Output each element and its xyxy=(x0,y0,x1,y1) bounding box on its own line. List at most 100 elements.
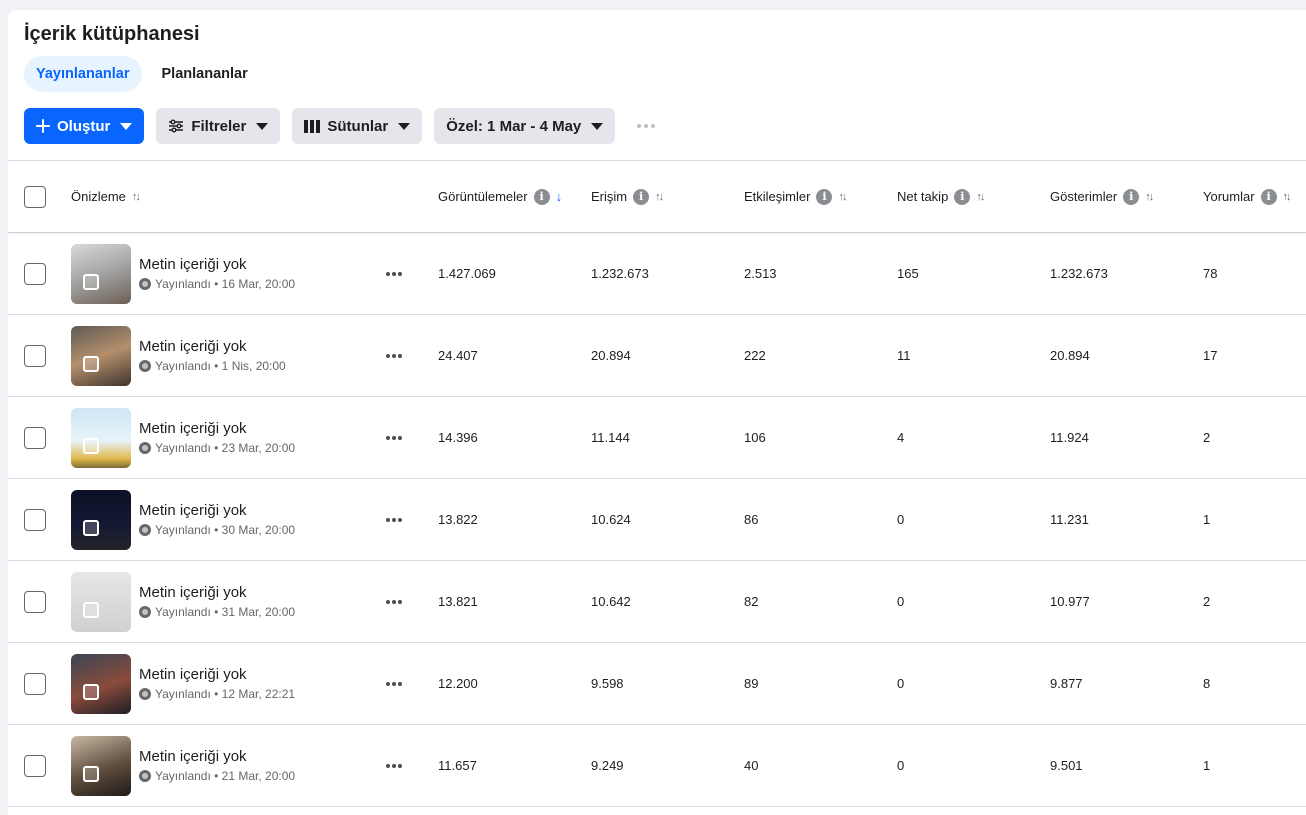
table-row[interactable]: Metin içeriği yok Yayınlandı • 23 Mar, 2… xyxy=(8,397,1306,479)
info-icon[interactable]: i xyxy=(1123,188,1140,205)
table-row[interactable]: Metin içeriği yok Yayınlandı • 31 Mar, 2… xyxy=(8,561,1306,643)
columns-button[interactable]: Sütunlar xyxy=(292,108,423,144)
post-meta: Yayınlandı • 31 Mar, 20:00 xyxy=(139,605,295,619)
caret-down-icon xyxy=(120,122,133,130)
cell-views: 13.821 xyxy=(438,594,478,609)
cell-impressions: 10.977 xyxy=(1050,594,1090,609)
col-views[interactable]: Görüntülemeler i ↓ xyxy=(438,161,562,232)
post-thumbnail[interactable] xyxy=(71,489,131,550)
post-preview[interactable]: Metin içeriği yok Yayınlandı • 16 Mar, 2… xyxy=(71,233,295,314)
cell-comments: 1 xyxy=(1203,758,1211,773)
post-status-date: Yayınlandı • 23 Mar, 20:00 xyxy=(155,441,296,455)
sort-icon[interactable]: ↑↓ xyxy=(976,191,985,203)
row-checkbox[interactable] xyxy=(24,590,46,613)
toolbar: Oluştur Filtreler Sütunlar Özel: 1 Mar -… xyxy=(24,108,656,144)
sort-icon[interactable]: ↑↓ xyxy=(1145,191,1154,203)
cell-reach: 1.232.673 xyxy=(591,266,649,281)
sort-desc-icon[interactable]: ↓ xyxy=(556,189,563,204)
info-icon[interactable]: i xyxy=(533,188,550,205)
cell-net-follow: 11 xyxy=(897,348,911,363)
post-title[interactable]: Metin içeriği yok xyxy=(139,748,295,765)
date-range-button[interactable]: Özel: 1 Mar - 4 May xyxy=(434,108,616,144)
post-preview[interactable]: Metin içeriği yok Yayınlandı • 1 Nis, 20… xyxy=(71,315,286,396)
row-checkbox[interactable] xyxy=(24,672,46,695)
row-checkbox[interactable] xyxy=(24,426,46,449)
table-row[interactable]: Metin içeriği yok Yayınlandı • 21 Mar, 2… xyxy=(8,725,1306,807)
row-select-cell xyxy=(24,561,46,642)
row-select-cell xyxy=(24,233,46,314)
post-thumbnail[interactable] xyxy=(71,243,131,304)
post-title[interactable]: Metin içeriği yok xyxy=(139,584,295,601)
sort-icon[interactable]: ↑↓ xyxy=(1283,191,1292,203)
post-preview[interactable]: Metin içeriği yok Yayınlandı • 30 Mar, 2… xyxy=(71,479,295,560)
globe-icon xyxy=(139,606,151,618)
post-title[interactable]: Metin içeriği yok xyxy=(139,666,295,683)
info-icon[interactable]: i xyxy=(816,188,833,205)
more-options-icon[interactable] xyxy=(386,599,402,604)
post-preview[interactable]: Metin içeriği yok Yayınlandı • 12 Mar, 2… xyxy=(71,643,295,724)
table-row[interactable]: Metin içeriği yok Yayınlandı • 30 Mar, 2… xyxy=(8,479,1306,561)
col-engagement[interactable]: Etkileşimler i ↑↓ xyxy=(744,161,847,232)
col-reach[interactable]: Erişim i ↑↓ xyxy=(591,161,664,232)
post-title[interactable]: Metin içeriği yok xyxy=(139,338,286,355)
sliders-icon xyxy=(169,119,184,133)
sort-icon[interactable]: ↑↓ xyxy=(132,191,141,203)
post-thumbnail[interactable] xyxy=(71,571,131,632)
table-row[interactable]: Metin içeriği yok Yayınlandı • 16 Mar, 2… xyxy=(8,233,1306,315)
tab-published[interactable]: Yayınlananlar xyxy=(24,56,142,92)
tab-scheduled[interactable]: Planlananlar xyxy=(150,56,260,92)
globe-icon xyxy=(139,442,151,454)
cell-comments: 2 xyxy=(1203,430,1211,445)
cell-views: 14.396 xyxy=(438,430,478,445)
post-title[interactable]: Metin içeriği yok xyxy=(139,502,295,519)
cell-views: 24.407 xyxy=(438,348,478,363)
col-engagement-label: Etkileşimler xyxy=(744,189,811,204)
more-options-icon[interactable] xyxy=(386,517,402,522)
post-preview[interactable]: Metin içeriği yok Yayınlandı • 23 Mar, 2… xyxy=(71,397,295,478)
more-options-icon[interactable] xyxy=(386,271,402,276)
page-title: İçerik kütüphanesi xyxy=(24,23,200,45)
more-options-icon[interactable] xyxy=(637,124,656,128)
cell-impressions: 9.501 xyxy=(1050,758,1083,773)
post-preview[interactable]: Metin içeriği yok Yayınlandı • 21 Mar, 2… xyxy=(71,725,295,806)
filters-button[interactable]: Filtreler xyxy=(156,108,281,144)
plus-icon xyxy=(36,119,50,133)
cell-comments: 1 xyxy=(1203,512,1211,527)
post-title[interactable]: Metin içeriği yok xyxy=(139,420,295,437)
cell-reach: 11.144 xyxy=(591,430,630,445)
post-thumbnail[interactable] xyxy=(71,735,131,796)
row-checkbox[interactable] xyxy=(24,754,46,777)
row-checkbox[interactable] xyxy=(24,262,46,285)
row-checkbox[interactable] xyxy=(24,344,46,367)
more-options-icon[interactable] xyxy=(386,763,402,768)
more-options-icon[interactable] xyxy=(386,435,402,440)
post-title[interactable]: Metin içeriği yok xyxy=(139,256,295,273)
table-row[interactable]: Metin içeriği yok Yayınlandı • 12 Mar, 2… xyxy=(8,643,1306,725)
more-options-icon[interactable] xyxy=(386,681,402,686)
table-row[interactable]: Metin içeriği yok Yayınlandı • 1 Nis, 20… xyxy=(8,315,1306,397)
cell-reach: 20.894 xyxy=(591,348,631,363)
col-comments[interactable]: Yorumlar i ↑↓ xyxy=(1203,161,1292,232)
post-thumbnail[interactable] xyxy=(71,407,131,468)
info-icon[interactable]: i xyxy=(633,188,650,205)
more-options-icon[interactable] xyxy=(386,353,402,358)
create-button[interactable]: Oluştur xyxy=(24,108,145,144)
cell-comments: 8 xyxy=(1203,676,1211,691)
post-preview[interactable]: Metin içeriği yok Yayınlandı • 31 Mar, 2… xyxy=(71,561,295,642)
sort-icon[interactable]: ↑↓ xyxy=(838,191,847,203)
col-net-follow[interactable]: Net takip i ↑↓ xyxy=(897,161,985,232)
col-preview[interactable]: Önizleme ↑↓ xyxy=(71,161,141,232)
post-thumbnail[interactable] xyxy=(71,653,131,714)
sort-icon[interactable]: ↑↓ xyxy=(655,191,664,203)
select-all-checkbox[interactable] xyxy=(24,185,46,208)
row-checkbox[interactable] xyxy=(24,508,46,531)
post-status-date: Yayınlandı • 31 Mar, 20:00 xyxy=(155,605,296,619)
row-select-cell xyxy=(24,397,46,478)
info-icon[interactable]: i xyxy=(1260,188,1277,205)
caret-down-icon xyxy=(256,122,269,130)
col-impressions[interactable]: Gösterimler i ↑↓ xyxy=(1050,161,1154,232)
cell-net-follow: 4 xyxy=(897,430,905,445)
cell-net-follow: 0 xyxy=(897,512,905,527)
post-thumbnail[interactable] xyxy=(71,325,131,386)
info-icon[interactable]: i xyxy=(954,188,971,205)
